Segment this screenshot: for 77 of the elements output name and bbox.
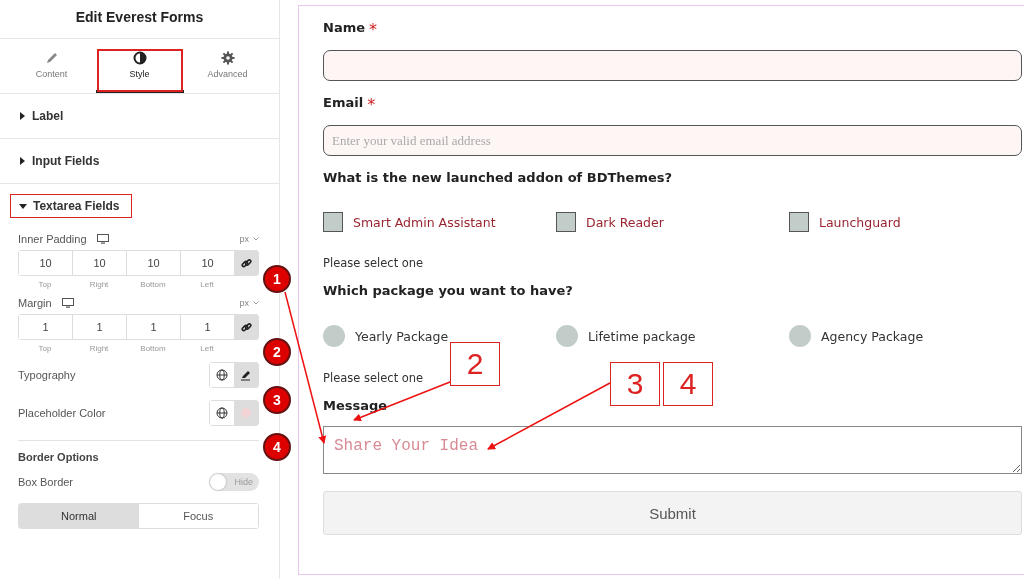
radio-button[interactable]	[556, 325, 578, 347]
section-header[interactable]: Textarea Fields	[10, 194, 133, 218]
control-label: Inner Padding	[18, 233, 87, 245]
checkbox[interactable]	[556, 212, 576, 232]
side-label: Bottom	[139, 343, 167, 353]
tab[interactable]: Content	[7, 48, 96, 90]
caret-down-icon	[19, 202, 27, 210]
chevron-down-icon	[253, 301, 259, 305]
link-button[interactable]	[235, 315, 258, 339]
side-label: Left	[199, 279, 215, 289]
caret-right-icon	[18, 112, 26, 120]
state-tab[interactable]: Normal	[19, 504, 139, 528]
callout-number: 4	[663, 362, 713, 406]
option-label: Agency Package	[821, 328, 924, 344]
section-header[interactable]: Input Fields	[16, 150, 106, 172]
required-mark: *	[369, 20, 377, 41]
dimension-input[interactable]: 1	[19, 315, 73, 339]
option-label: Lifetime package	[588, 328, 696, 344]
step-marker: 4	[263, 433, 291, 461]
control-label: Margin	[18, 297, 52, 309]
side-label: Top	[37, 279, 53, 289]
option-label: Dark Reader	[586, 214, 664, 230]
checkbox[interactable]	[323, 212, 343, 232]
globe-icon	[216, 407, 228, 419]
option-label: Smart Admin Assistant	[353, 214, 496, 230]
step-marker: 2	[263, 338, 291, 366]
unit-select[interactable]: px	[239, 298, 259, 308]
text-input[interactable]	[323, 50, 1022, 81]
dimension-input[interactable]: 10	[19, 251, 73, 275]
field-label: Message	[323, 398, 388, 415]
step-marker: 3	[263, 386, 291, 414]
side-label: Right	[88, 279, 110, 289]
globe-icon	[216, 369, 228, 381]
callout-number: 3	[610, 362, 660, 406]
unit-select[interactable]: px	[239, 234, 259, 244]
tab[interactable]: Style	[95, 48, 184, 93]
submit-button[interactable]: Submit	[323, 491, 1022, 535]
hint-text: Please select one	[323, 371, 424, 385]
pencil-icon	[44, 51, 59, 65]
control-label: Box Border	[18, 476, 74, 488]
chevron-down-icon	[253, 237, 259, 241]
message-textarea[interactable]: Share Your Idea	[323, 426, 1022, 474]
caret-right-icon	[18, 157, 26, 165]
edit-button[interactable]	[234, 363, 258, 387]
checkbox[interactable]	[789, 212, 809, 232]
step-marker: 1	[263, 265, 291, 293]
link-button[interactable]	[235, 251, 258, 275]
gear-icon	[220, 51, 235, 65]
section-header[interactable]: Label	[16, 105, 70, 127]
monitor-icon	[96, 234, 109, 244]
field-label: Which package you want to have?	[323, 283, 573, 300]
side-label: Top	[37, 343, 53, 353]
option-label: Yearly Package	[355, 328, 449, 344]
control-label: Typography	[18, 369, 76, 381]
callout-number: 2	[450, 342, 500, 386]
pencil-icon	[240, 369, 252, 381]
field-label: Name	[323, 20, 365, 37]
side-label: Bottom	[139, 279, 167, 289]
option-label: Launchguard	[819, 214, 901, 230]
section-heading: Border Options	[18, 450, 100, 463]
control-label: Placeholder Color	[18, 407, 106, 419]
tab[interactable]: Advanced	[183, 48, 272, 90]
side-label: Right	[88, 343, 110, 353]
contrast-icon	[132, 51, 147, 65]
monitor-icon	[61, 298, 74, 308]
panel-title: Edit Everest Forms	[0, 0, 279, 39]
color-swatch[interactable]	[234, 401, 258, 425]
side-label: Left	[199, 343, 215, 353]
text-input[interactable]: Enter your valid email address	[323, 125, 1022, 156]
field-label: Email	[323, 95, 364, 112]
link-icon	[241, 257, 252, 269]
radio-button[interactable]	[323, 325, 345, 347]
required-mark: *	[367, 95, 376, 116]
link-icon	[241, 321, 252, 333]
field-label: What is the new launched addon of BDThemes?	[323, 170, 673, 187]
radio-button[interactable]	[789, 325, 811, 347]
hint-text: Please select one	[323, 256, 424, 270]
